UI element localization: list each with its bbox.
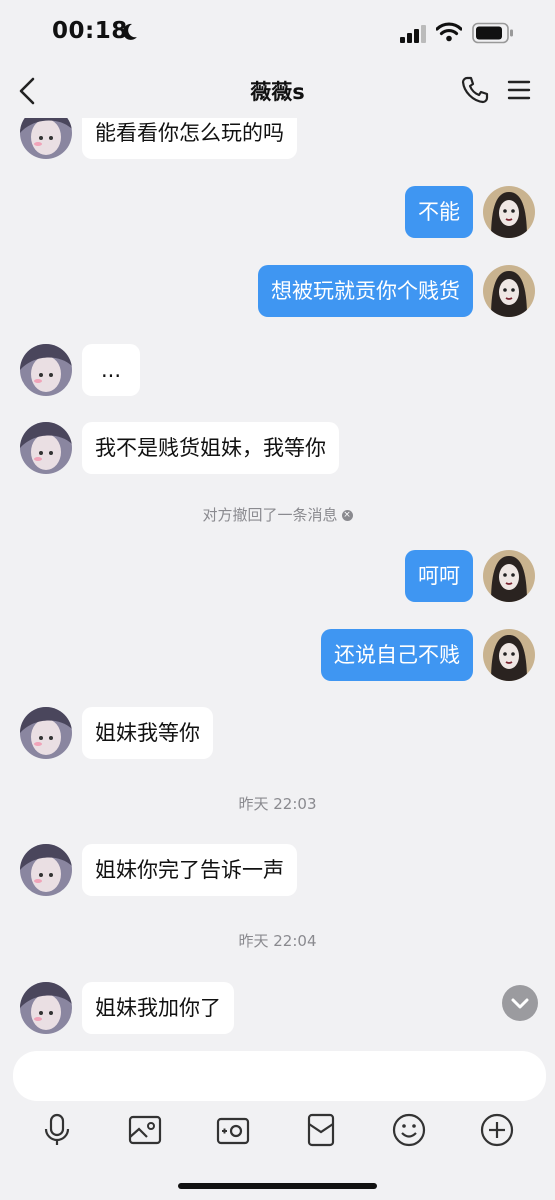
- contact-avatar[interactable]: [20, 844, 72, 896]
- message-list[interactable]: 能看看你怎么玩的吗 不能 想被玩就贡你个贱货 ... 我不是贱货姐妹，我等你 对…: [0, 118, 555, 1040]
- my-avatar[interactable]: [483, 550, 535, 602]
- message-outgoing: 还说自己不贱: [0, 629, 555, 681]
- recall-notice: 对方撤回了一条消息 ×: [0, 504, 555, 525]
- message-incoming: 我不是贱货姐妹，我等你: [0, 422, 555, 474]
- image-icon[interactable]: [127, 1112, 163, 1148]
- message-bubble[interactable]: 我不是贱货姐妹，我等你: [82, 422, 339, 474]
- message-input[interactable]: [13, 1051, 546, 1101]
- battery-icon: [472, 22, 514, 48]
- recall-notice-text: 对方撤回了一条消息: [202, 506, 338, 524]
- contact-avatar[interactable]: [20, 422, 72, 474]
- message-bubble[interactable]: 还说自己不贱: [321, 629, 473, 681]
- my-avatar[interactable]: [483, 186, 535, 238]
- message-outgoing: 呵呵: [0, 550, 555, 602]
- message-outgoing: 想被玩就贡你个贱货: [0, 265, 555, 317]
- timestamp: 昨天 22:03: [238, 795, 317, 813]
- message-incoming: 姐妹我等你: [0, 707, 555, 759]
- signal-icon: [400, 25, 428, 47]
- contact-avatar[interactable]: [20, 344, 72, 396]
- emoji-icon[interactable]: [391, 1112, 427, 1148]
- contact-avatar[interactable]: [20, 118, 72, 159]
- message-incoming: ...: [0, 344, 555, 396]
- wifi-icon: [435, 22, 463, 46]
- plus-icon[interactable]: [479, 1112, 515, 1148]
- status-time: 00:18: [52, 18, 128, 44]
- chevron-down-icon: [511, 998, 529, 1009]
- message-bubble[interactable]: 想被玩就贡你个贱货: [258, 265, 473, 317]
- message-incoming: 能看看你怎么玩的吗: [0, 118, 555, 159]
- menu-icon[interactable]: [506, 78, 532, 106]
- message-bubble[interactable]: 能看看你怎么玩的吗: [82, 118, 297, 159]
- message-bubble[interactable]: 不能: [405, 186, 473, 238]
- message-bubble[interactable]: ...: [82, 344, 141, 396]
- contact-avatar[interactable]: [20, 982, 72, 1034]
- message-incoming: 姐妹你完了告诉一声: [0, 844, 555, 896]
- red-packet-icon[interactable]: [303, 1112, 339, 1148]
- scroll-to-bottom-button[interactable]: [502, 985, 538, 1021]
- contact-avatar[interactable]: [20, 707, 72, 759]
- input-bar: [0, 1040, 555, 1200]
- my-avatar[interactable]: [483, 265, 535, 317]
- moon-icon: [121, 22, 139, 46]
- my-avatar[interactable]: [483, 629, 535, 681]
- chat-header: 薇薇s: [0, 66, 555, 118]
- home-indicator: [178, 1183, 377, 1189]
- message-incoming: 姐妹我加你了: [0, 982, 555, 1034]
- phone-icon[interactable]: [460, 75, 490, 109]
- message-bubble[interactable]: 姐妹我等你: [82, 707, 213, 759]
- message-bubble[interactable]: 呵呵: [405, 550, 473, 602]
- camera-icon[interactable]: [215, 1112, 251, 1148]
- message-bubble[interactable]: 姐妹你完了告诉一声: [82, 844, 297, 896]
- status-bar: 00:18: [0, 0, 555, 66]
- message-outgoing: 不能: [0, 186, 555, 238]
- timestamp: 昨天 22:04: [238, 932, 317, 950]
- message-bubble[interactable]: 姐妹我加你了: [82, 982, 234, 1034]
- mic-icon[interactable]: [39, 1112, 75, 1148]
- close-icon: ×: [341, 510, 353, 521]
